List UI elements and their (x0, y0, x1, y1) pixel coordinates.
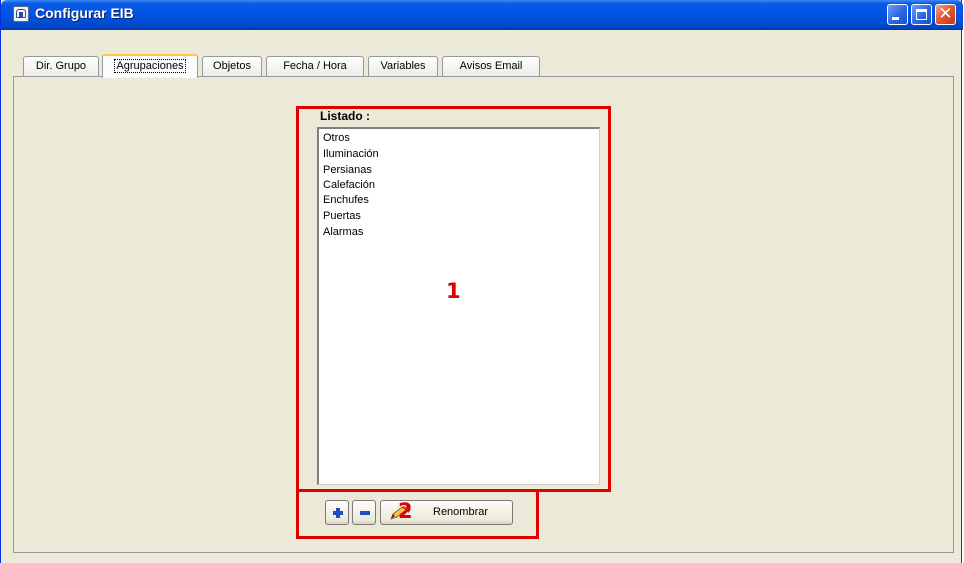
maximize-icon (916, 9, 927, 20)
configurar-eib-window: Configurar EIB ✕ Dir. Grupo Agrupaciones… (0, 0, 963, 563)
tab-avisos-email[interactable]: Avisos Email (442, 56, 540, 77)
annotation-box-2 (296, 489, 539, 539)
annotation-marker-1: 1 (446, 279, 461, 303)
tab-objetos[interactable]: Objetos (202, 56, 262, 77)
tab-variables[interactable]: Variables (368, 56, 438, 77)
tab-label: Dir. Grupo (35, 60, 87, 72)
tab-fecha-hora[interactable]: Fecha / Hora (266, 56, 364, 77)
tab-label: Agrupaciones (114, 59, 186, 73)
title-bar[interactable]: Configurar EIB ✕ (1, 0, 963, 30)
minimize-button[interactable] (887, 4, 908, 25)
tab-agrupaciones[interactable]: Agrupaciones (102, 54, 198, 78)
window-title: Configurar EIB (35, 5, 134, 21)
close-icon: ✕ (938, 4, 953, 24)
tab-label: Fecha / Hora (283, 60, 347, 72)
tab-label: Variables (380, 60, 426, 72)
annotation-marker-2: 2 (398, 499, 413, 523)
minimize-icon (892, 17, 899, 20)
maximize-button[interactable] (911, 4, 932, 25)
tab-label: Avisos Email (459, 60, 523, 72)
close-button[interactable]: ✕ (935, 4, 956, 25)
tab-dir-grupo[interactable]: Dir. Grupo (23, 56, 99, 77)
tab-label: Objetos (213, 60, 251, 72)
app-icon[interactable] (13, 6, 29, 22)
